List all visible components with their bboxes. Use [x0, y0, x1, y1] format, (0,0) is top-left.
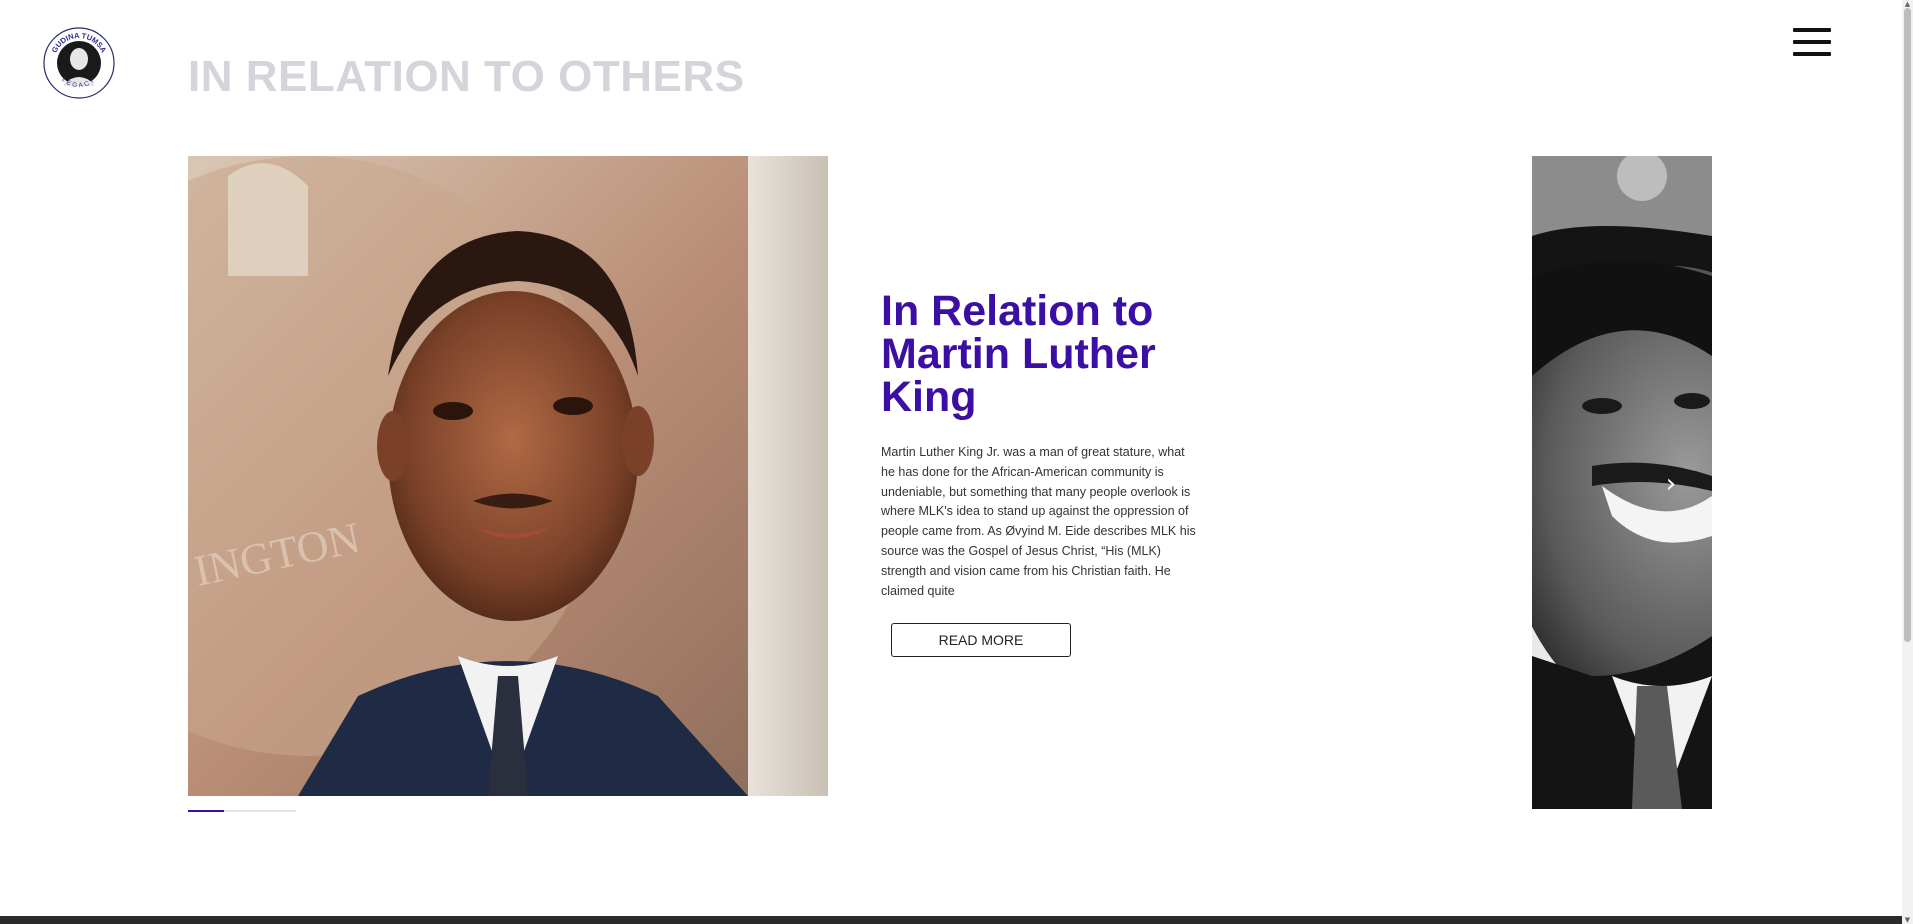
slide-body-text: Martin Luther King Jr. was a man of grea…: [881, 445, 1196, 598]
read-more-button[interactable]: READ MORE: [891, 623, 1071, 658]
chevron-right-icon[interactable]: ›: [1660, 470, 1682, 498]
page-title: IN RELATION TO OTHERS: [188, 52, 745, 101]
footer-bar: [0, 916, 1902, 924]
next-slide-preview-image[interactable]: [1532, 156, 1712, 809]
slide-content: In Relation to Martin Luther King Martin…: [881, 287, 1201, 658]
scroll-up-icon[interactable]: ▲: [1902, 0, 1913, 8]
menu-bar: [1793, 28, 1831, 32]
site-logo[interactable]: GUDINA TUMSA LEGACY: [42, 26, 116, 100]
page-scrollbar[interactable]: ▲ ▼: [1902, 0, 1913, 924]
menu-bar: [1793, 40, 1831, 44]
scrollbar-thumb[interactable]: [1904, 8, 1911, 642]
carousel-progress-fill: [188, 810, 224, 812]
logo-emblem-icon: GUDINA TUMSA LEGACY: [43, 27, 115, 99]
menu-bar: [1793, 52, 1831, 56]
slide-portrait-image: INGTON: [188, 156, 828, 796]
slide-heading: In Relation to Martin Luther King: [881, 287, 1156, 421]
hamburger-menu-icon[interactable]: [1793, 28, 1831, 60]
carousel-progress-track: [188, 810, 296, 812]
scroll-down-icon[interactable]: ▼: [1902, 916, 1913, 924]
